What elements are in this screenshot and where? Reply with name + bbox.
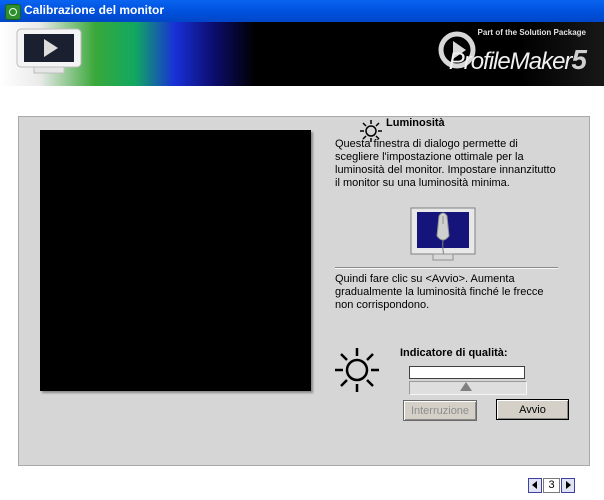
interrupt-button[interactable]: Interruzione — [403, 400, 477, 421]
quality-indicator-label: Indicatore di qualità: — [400, 347, 508, 359]
app-icon — [5, 4, 21, 20]
header-banner: Part of the Solution Package ProfileMake… — [0, 22, 604, 86]
monitor-mouse-icon — [410, 207, 476, 261]
brand-name: ProfileMaker — [448, 48, 573, 75]
previous-page-button[interactable] — [528, 478, 542, 493]
brand-version: 5 — [571, 44, 587, 75]
sun-large-icon — [335, 348, 379, 392]
start-button[interactable]: Avvio — [496, 399, 569, 420]
slider-arrow-icon — [460, 382, 472, 391]
section-heading: Luminosità — [386, 117, 445, 129]
instruction-text-2: Quindi fare clic su <Avvio>. Aumenta gra… — [335, 273, 544, 311]
banner-tagline: Part of the Solution Package — [477, 28, 586, 37]
next-page-button[interactable] — [561, 478, 575, 493]
arrow-right-icon — [566, 481, 571, 489]
arrow-left-icon — [532, 481, 537, 489]
brightness-preview — [40, 130, 311, 391]
brand-logo: ProfileMaker5 — [448, 44, 587, 76]
quality-indicator-bar — [409, 366, 525, 379]
instruction-text: Questa finestra di dialogo permette di s… — [335, 138, 556, 189]
page-number: 3 — [543, 478, 560, 493]
section-divider — [335, 267, 558, 269]
window-title: Calibrazione del monitor — [24, 3, 165, 17]
calibration-panel: Luminosità Questa finestra di dialogo pe… — [18, 116, 590, 466]
title-bar: Calibrazione del monitor — [0, 0, 604, 22]
monitor-logo-icon — [16, 28, 82, 74]
